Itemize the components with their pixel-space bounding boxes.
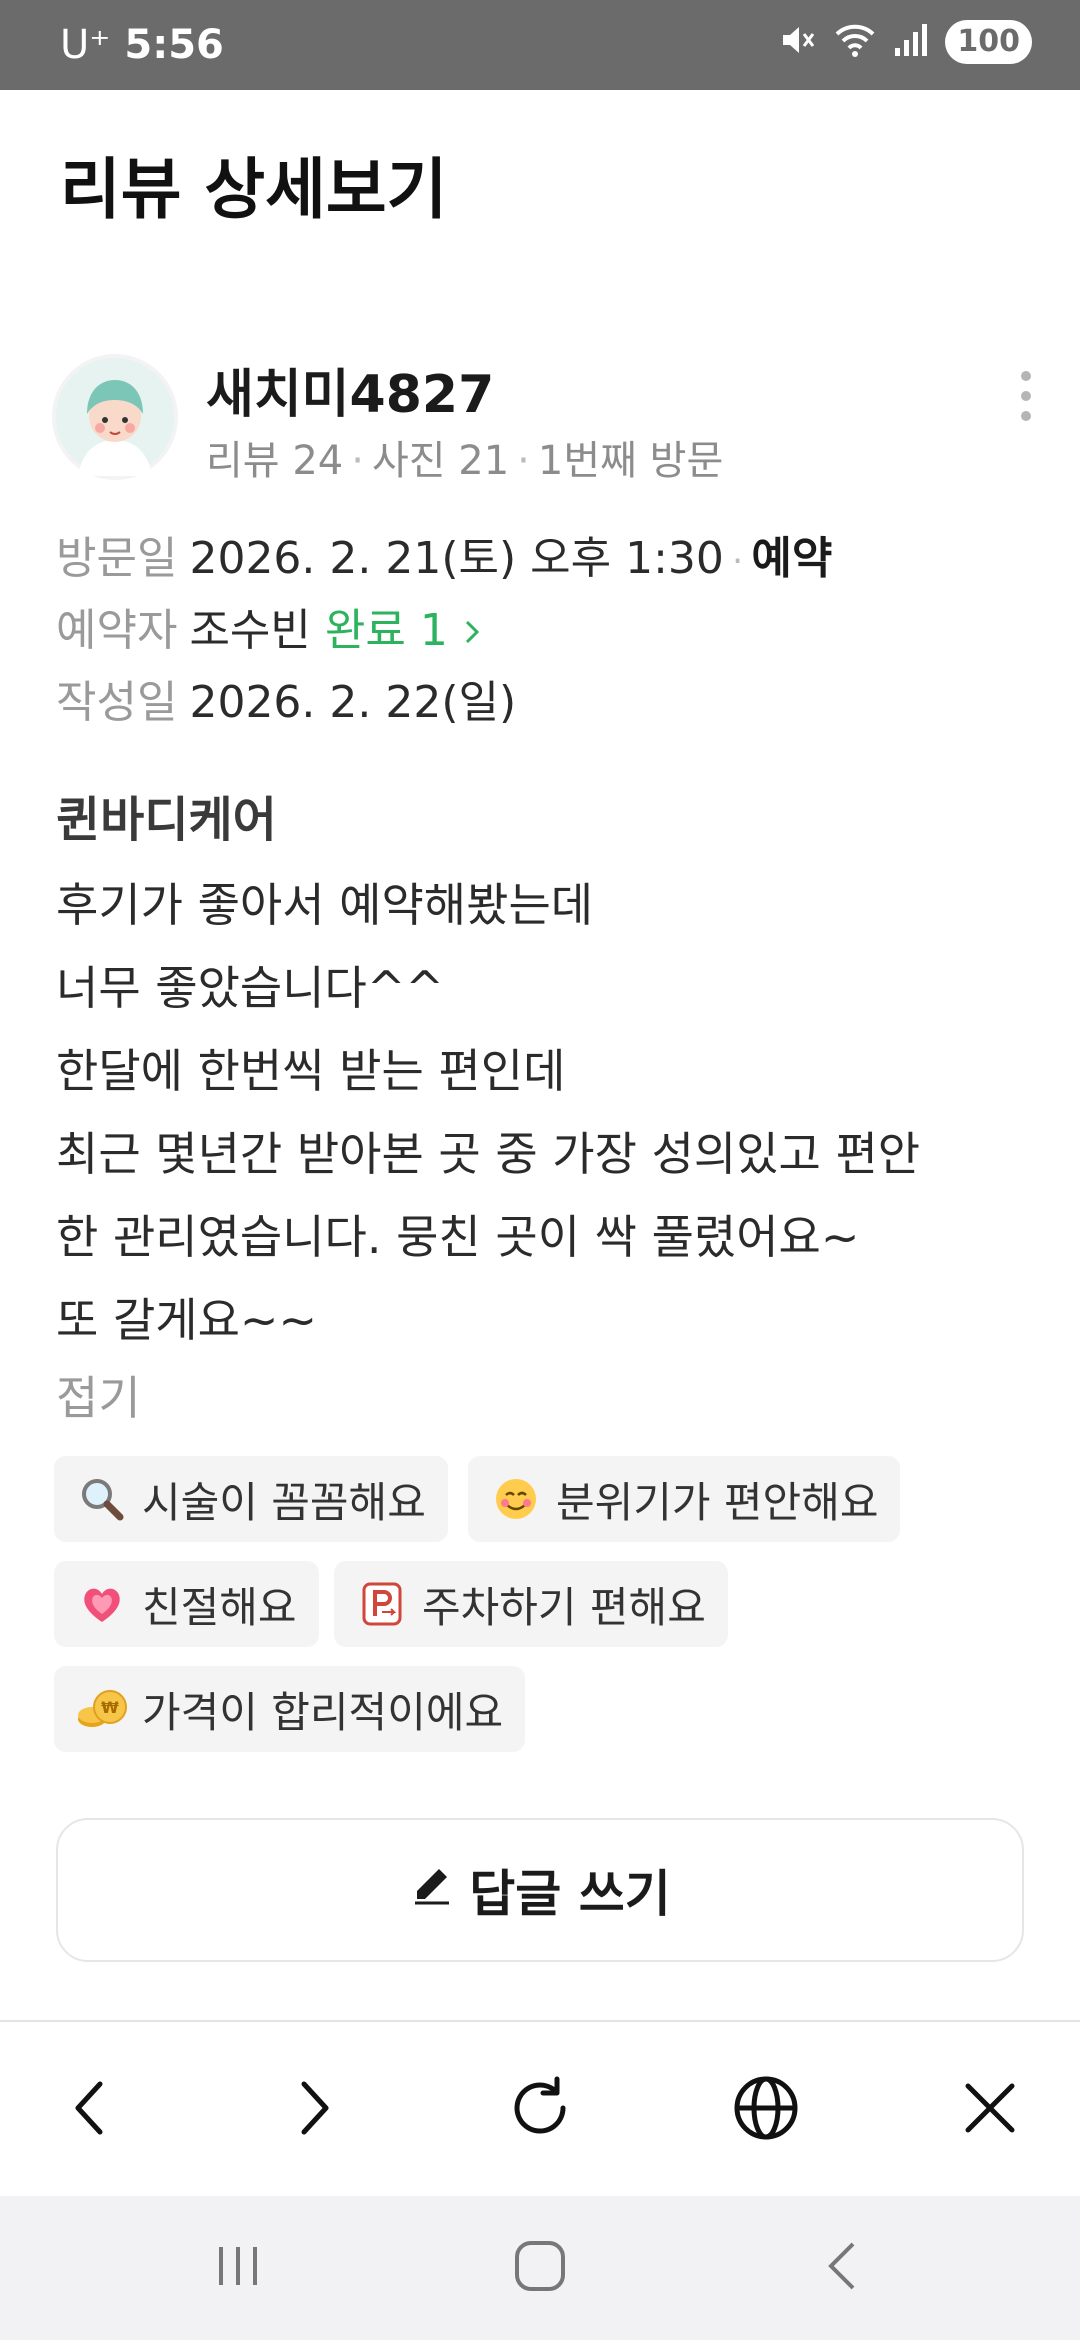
- signal-icon: [893, 20, 929, 64]
- back-arrow-icon: [817, 2238, 867, 2298]
- reserver-name: 조수빈: [189, 605, 311, 656]
- review-line: 너무 좋았습니다^^: [56, 961, 444, 1015]
- visit-count: 1번째 방문: [537, 438, 724, 484]
- system-back-button[interactable]: [802, 2232, 882, 2304]
- reservation-complete-link[interactable]: 완료 1: [325, 605, 482, 656]
- keyword-label: 주차하기 편해요: [422, 1582, 706, 1632]
- system-nav-bar: [0, 2196, 1080, 2340]
- keyword-chip: 시술이 꼼꼼해요: [54, 1456, 448, 1542]
- avatar[interactable]: [56, 358, 174, 476]
- status-left: U⁺ 5:56: [60, 22, 224, 68]
- review-line: 한 관리였습니다. 뭉친 곳이 싹 풀렸어요~: [56, 1210, 860, 1264]
- heart-icon: [76, 1578, 128, 1630]
- review-line: 또 갈게요~~: [56, 1293, 317, 1347]
- language-button[interactable]: [718, 2062, 814, 2158]
- fold-button[interactable]: 접기: [56, 1362, 141, 1428]
- review-line: 최근 몇년간 받아본 곳 중 가장 성의있고 편안: [56, 1127, 921, 1181]
- reservation-status: 완료 1: [324, 605, 448, 656]
- smiling-face-icon: [490, 1473, 542, 1525]
- recent-apps-button[interactable]: [198, 2232, 278, 2304]
- status-time: 5:56: [124, 22, 224, 68]
- keyword-chip: ₩ 가격이 합리적이에요: [54, 1666, 526, 1752]
- keyword-chip: 친절해요: [54, 1561, 319, 1647]
- chevron-right-icon: [462, 605, 482, 656]
- shop-name: 퀸바디케어: [56, 792, 277, 848]
- reserver-label: 예약자: [56, 605, 178, 656]
- review-count: 리뷰 24: [206, 438, 344, 484]
- pencil-icon: [409, 1861, 455, 1919]
- battery-indicator: 100: [945, 20, 1032, 64]
- reservation-badge: 예약: [751, 533, 833, 584]
- written-date-row: 작성일 2026. 2. 22(일): [56, 666, 516, 730]
- reviewer-stats: 리뷰 24 · 사진 21 · 1번째 방문: [206, 428, 723, 486]
- more-options-icon[interactable]: [1016, 368, 1036, 424]
- refresh-button[interactable]: [492, 2062, 588, 2158]
- chevron-right-icon: [290, 2078, 338, 2142]
- page-title: 리뷰 상세보기: [60, 151, 448, 228]
- photo-count: 사진 21: [371, 438, 510, 484]
- status-bar: U⁺ 5:56 100: [0, 0, 1080, 90]
- magnifier-icon: [76, 1473, 128, 1525]
- carrier-label: U⁺: [60, 22, 111, 68]
- review-line: 후기가 좋아서 예약해봤는데: [56, 878, 594, 932]
- visit-date-row: 방문일 2026. 2. 21(토) 오후 1:30 · 예약: [56, 522, 832, 586]
- svg-text:₩: ₩: [101, 1698, 119, 1717]
- separator-dot: ·: [351, 438, 364, 484]
- separator-dot: ·: [517, 438, 530, 484]
- wifi-icon: [833, 20, 877, 64]
- write-reply-label: 답글 쓰기: [469, 1865, 671, 1923]
- reviewer-nickname[interactable]: 새치미4827: [206, 352, 494, 427]
- status-icons: 100: [777, 20, 1032, 64]
- reserver-row: 예약자 조수빈 완료 1: [56, 594, 482, 658]
- visit-date-label: 방문일: [56, 533, 178, 584]
- keyword-label: 시술이 꼼꼼해요: [142, 1477, 426, 1527]
- keyword-chip: 분위기가 편안해요: [468, 1456, 901, 1542]
- keyword-label: 친절해요: [142, 1582, 297, 1632]
- refresh-icon: [505, 2073, 575, 2147]
- review-body: 후기가 좋아서 예약해봤는데 너무 좋았습니다^^ 한달에 한번씩 받는 편인데…: [56, 864, 1036, 1362]
- home-button[interactable]: [500, 2232, 580, 2304]
- review-line: 한달에 한번씩 받는 편인데: [56, 1044, 566, 1098]
- browser-toolbar: [0, 2022, 1080, 2196]
- visit-date-value: 2026. 2. 21(토) 오후 1:30: [189, 533, 724, 584]
- coin-icon: ₩: [76, 1683, 128, 1735]
- home-icon: [512, 2238, 568, 2298]
- globe-icon: [731, 2073, 801, 2147]
- recent-apps-icon: [213, 2241, 263, 2295]
- keyword-chip: 주차하기 편해요: [334, 1561, 728, 1647]
- written-date-value: 2026. 2. 22(일): [189, 677, 517, 728]
- close-icon: [962, 2080, 1018, 2140]
- keyword-label: 가격이 합리적이에요: [142, 1687, 504, 1737]
- write-reply-button[interactable]: 답글 쓰기: [56, 1818, 1024, 1962]
- back-button[interactable]: [42, 2062, 138, 2158]
- parking-icon: [356, 1578, 408, 1630]
- written-date-label: 작성일: [56, 677, 178, 728]
- chevron-left-icon: [66, 2078, 114, 2142]
- mute-icon: [777, 20, 817, 64]
- keyword-label: 분위기가 편안해요: [556, 1477, 879, 1527]
- forward-button[interactable]: [266, 2062, 362, 2158]
- separator-dot: ·: [731, 541, 744, 582]
- close-button[interactable]: [942, 2062, 1038, 2158]
